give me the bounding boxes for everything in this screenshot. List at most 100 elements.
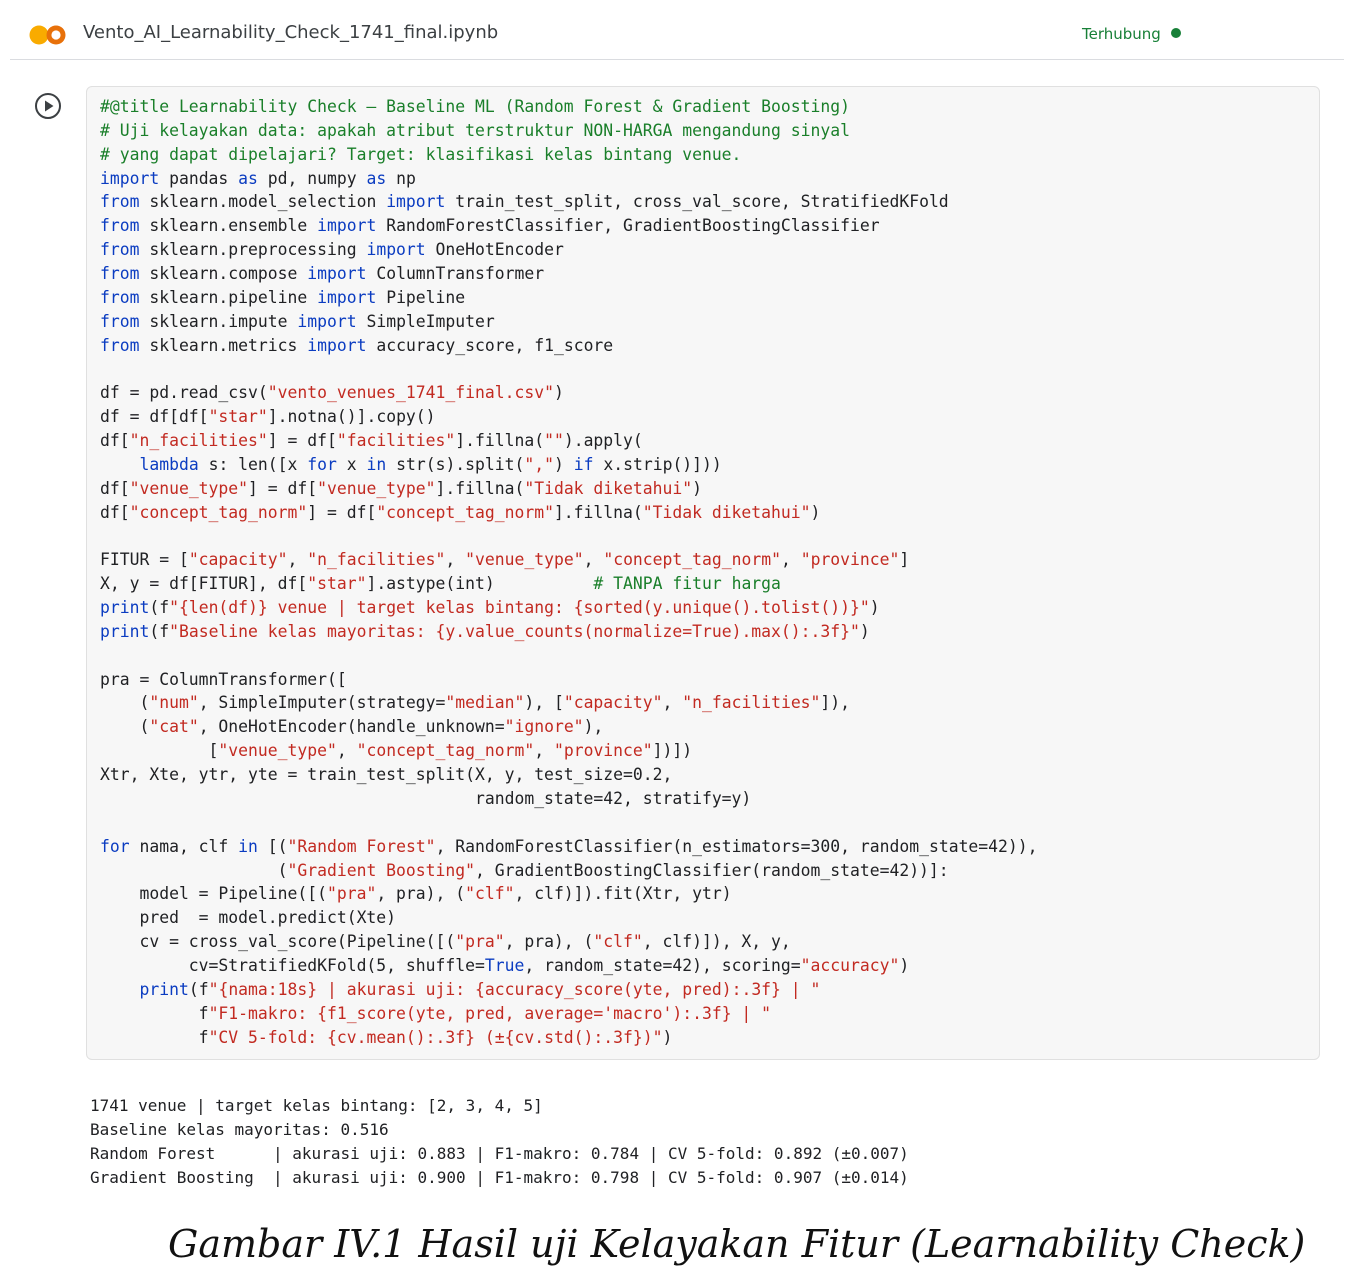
code-token: pra = ColumnTransformer([ [100,669,347,689]
figure-caption: Gambar IV.1 Hasil uji Kelayakan Fitur (L… [168,1222,1306,1266]
code-token: "Random Forest" [287,836,436,856]
code-token: "" [544,431,564,451]
code-token: ) [692,478,702,498]
code-token: "n_facilities" [307,550,446,570]
code-line: # Uji kelayakan data: apakah atribut ter… [100,119,1038,143]
code-token: , [583,550,604,570]
code-line: ["venue_type", "concept_tag_norm", "prov… [100,739,1038,763]
code-token: f [100,1003,209,1023]
code-token: "star" [208,407,268,427]
code-token: "Baseline kelas mayoritas: {y.value_coun… [169,621,860,641]
code-token: ) [859,621,870,641]
code-token: str(s).split( [386,454,525,474]
code-token: ), [583,717,604,737]
code-token: "capacity" [563,693,663,713]
code-token: from [100,240,140,260]
code-token: "ignore" [504,717,584,737]
code-token: ( [100,693,150,713]
code-token: from [100,192,140,212]
notebook-header: Vento_AI_Learnability_Check_1741_final.i… [10,8,1344,60]
code-token: pandas [159,168,239,188]
code-token: # Uji kelayakan data: apakah atribut ter… [100,120,850,140]
code-token: "median" [445,693,525,713]
code-line: pred = model.predict(Xte) [100,906,1038,930]
code-token: ( [100,717,150,737]
code-token: , clf)]).fit(Xtr, ytr) [514,884,732,904]
code-token: train_test_split, cross_val_score, Strat… [445,192,949,212]
code-token: "concept_tag_norm" [603,550,781,570]
code-line: lambda s: len([x for x in str(s).split("… [100,453,1038,477]
code-line: df["concept_tag_norm"] = df["concept_tag… [100,501,1038,525]
code-token: accuracy_score, f1_score [366,335,614,355]
code-token: ] = df[ [248,478,318,498]
code-token: f [100,1027,209,1047]
code-token: ) [662,1027,673,1047]
code-token: lambda [139,454,199,474]
code-token: ].fillna( [455,431,545,451]
code-line: df = df[df["star"].notna()].copy() [100,405,1038,429]
code-line: X, y = df[FITUR], df["star"].astype(int)… [100,572,1038,596]
code-token: df = df[df[ [100,407,209,427]
output-line: Baseline kelas mayoritas: 0.516 [90,1120,389,1139]
code-line: random_state=42, stratify=y) [100,787,1038,811]
code-token: , [336,741,357,761]
code-token: ), [ [524,693,564,713]
code-token: df[ [100,478,130,498]
code-token: , [445,550,466,570]
code-token: ] = df[ [267,431,337,451]
code-line: cv = cross_val_score(Pipeline([("pra", p… [100,930,1038,954]
code-token: "venue_type" [129,478,249,498]
code-token: "F1-makro: {f1_score(yte, pred, average=… [208,1003,772,1023]
code-token: # TANPA fitur harga [593,574,781,594]
code-line: for nama, clf in [("Random Forest", Rand… [100,835,1038,859]
code-token: "," [524,454,554,474]
code-token: "cat" [149,717,199,737]
code-line: print(f"Baseline kelas mayoritas: {y.val… [100,620,1038,644]
code-token: pred = model.predict(Xte) [100,908,397,928]
code-token: ])]) [652,741,693,761]
code-token: ) [553,383,564,403]
code-token: "venue_type" [465,550,584,570]
code-token: random_state=42, stratify=y) [100,788,752,808]
code-token: "facilities" [336,431,456,451]
code-editor[interactable]: #@title Learnability Check — Baseline ML… [100,95,1038,1049]
code-line: df = pd.read_csv("vento_venues_1741_fina… [100,381,1038,405]
code-token: ] [899,550,910,570]
code-token: ) [899,955,910,975]
code-token: Xtr, Xte, ytr, yte = train_test_split(X,… [100,765,673,785]
code-token: ].fillna( [553,502,643,522]
code-token: from [100,264,140,284]
code-token: , [287,550,308,570]
play-circle-icon[interactable] [33,91,63,121]
code-token: SimpleImputer [356,311,495,331]
connection-status[interactable]: Terhubung [1082,25,1181,43]
code-token: ].astype(int) [366,574,594,594]
code-token: import [100,168,160,188]
code-token: , GradientBoostingClassifier(random_stat… [475,860,949,880]
code-token: "concept_tag_norm" [356,741,535,761]
code-line: ("Gradient Boosting", GradientBoostingCl… [100,859,1038,883]
code-token: in [238,836,258,856]
cell-output: 1741 venue | target kelas bintang: [2, 3… [90,1094,909,1190]
code-token: ) [810,502,821,522]
notebook-filename[interactable]: Vento_AI_Learnability_Check_1741_final.i… [83,22,498,43]
code-token: import [317,287,377,307]
code-token: "Tidak diketahui" [642,502,811,522]
code-token: from [100,335,140,355]
output-line: Gradient Boosting | akurasi uji: 0.900 |… [90,1168,909,1187]
code-token: sklearn.impute [139,311,298,331]
code-token: RandomForestClassifier, GradientBoosting… [376,216,880,236]
code-token: "concept_tag_norm" [376,502,554,522]
code-token: as [238,168,258,188]
code-token: [( [257,836,288,856]
code-token: "Gradient Boosting" [287,860,476,880]
code-line: from sklearn.metrics import accuracy_sco… [100,334,1038,358]
code-token: ].fillna( [435,478,525,498]
code-line: model = Pipeline([("pra", pra), ("clf", … [100,882,1038,906]
code-token: sklearn.model_selection [139,192,387,212]
code-token: , RandomForestClassifier(n_estimators=30… [435,836,1038,856]
